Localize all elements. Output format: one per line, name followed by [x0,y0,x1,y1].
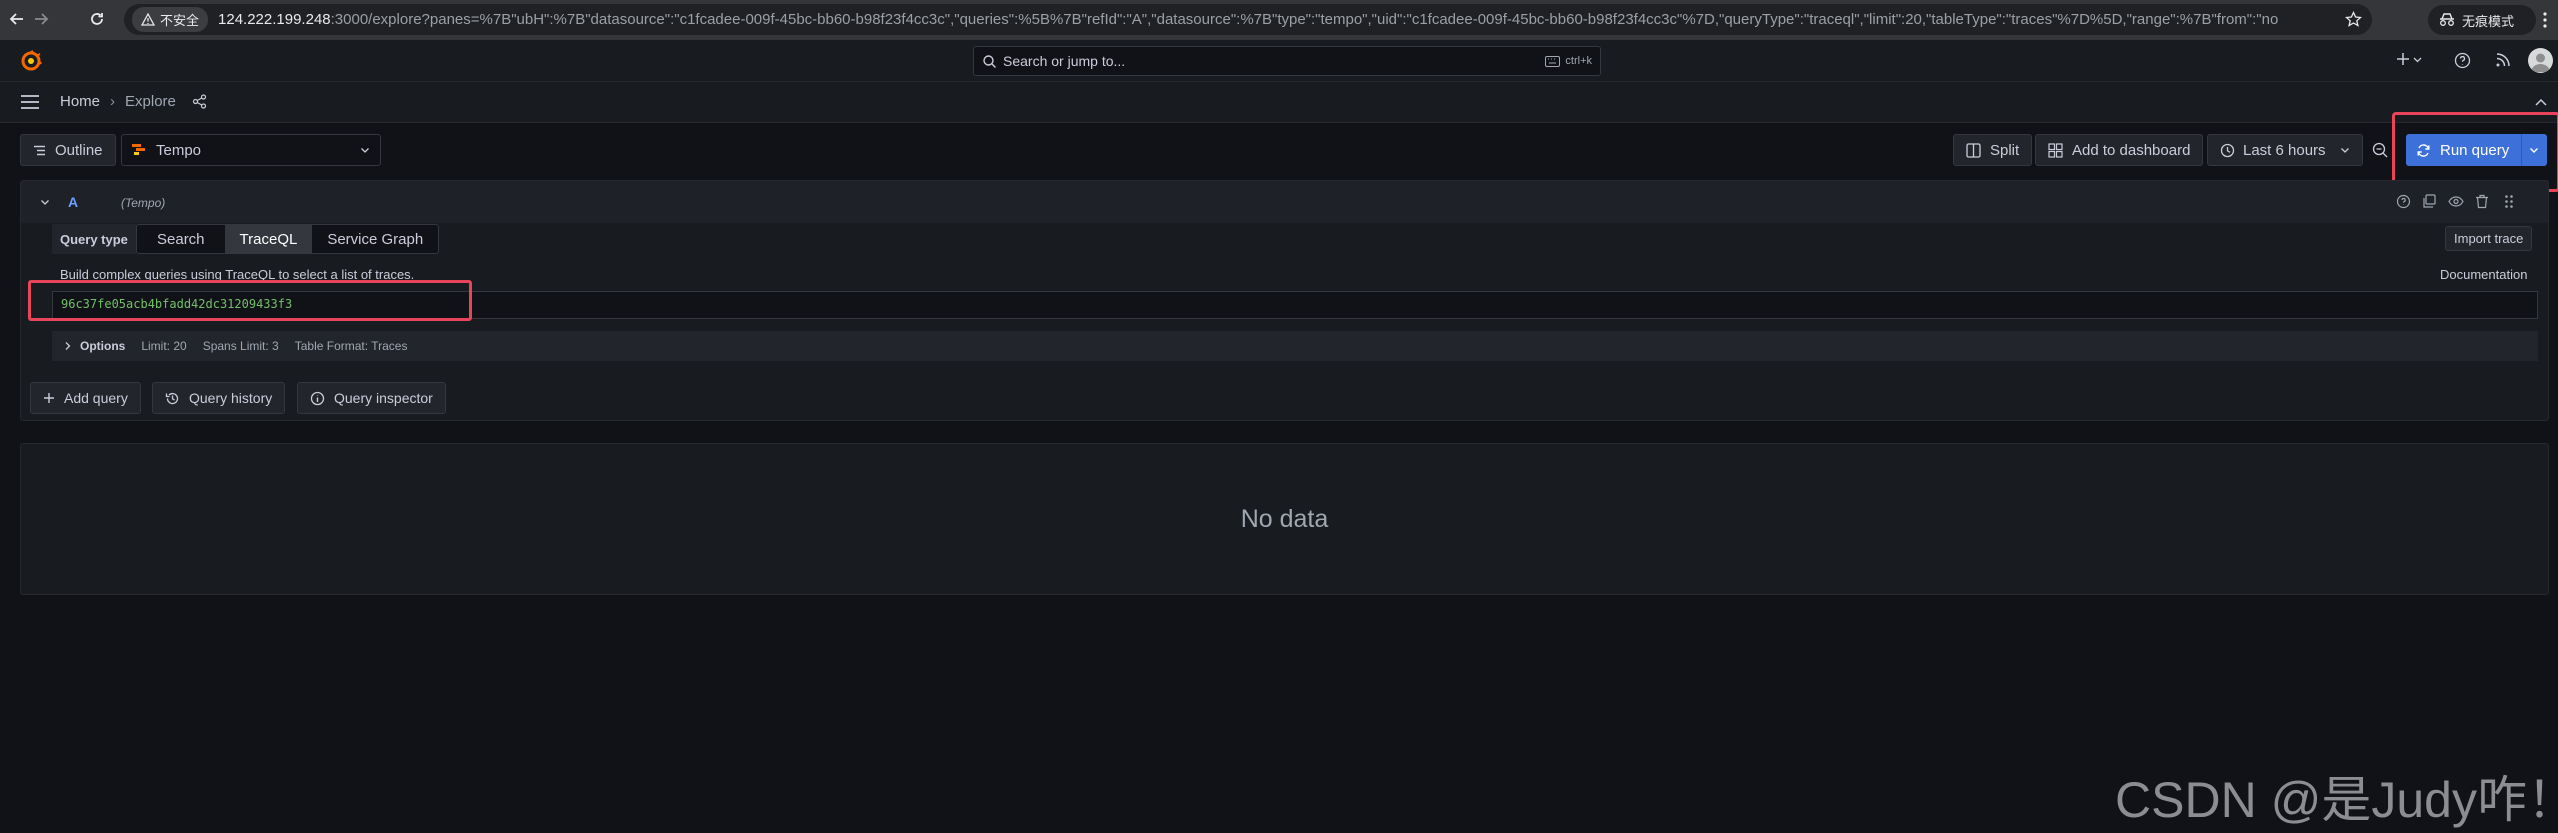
back-icon[interactable] [8,10,26,28]
forward-icon[interactable] [32,10,50,28]
search-shortcut: ctrl+k [1545,55,1592,67]
csdn-watermark: CSDN @是Judy咋！ [2115,772,2558,828]
dashboard-grid-icon [2048,142,2063,158]
results-panel: No data [20,443,2549,595]
options-spans-limit: Spans Limit: 3 [202,339,279,353]
options-label: Options [80,339,126,353]
outline-button[interactable]: Outline [20,134,116,166]
info-circle-icon [310,391,325,406]
plus-icon [43,392,55,404]
share-icon[interactable] [192,94,207,109]
query-type-tabs: Search TraceQL Service Graph [136,224,440,254]
security-chip[interactable]: 不安全 [132,7,209,32]
breadcrumb-explore: Explore [125,93,176,110]
warning-icon [141,12,155,27]
breadcrumb-separator: › [110,93,116,110]
breadcrumb-home[interactable]: Home [60,93,100,110]
run-query-button[interactable]: Run query [2406,134,2547,166]
datasource-picker[interactable]: Tempo [121,134,381,166]
add-to-dashboard-button[interactable]: Add to dashboard [2035,134,2204,166]
breadcrumb: Home › Explore [60,93,207,110]
list-outline-icon [33,145,46,156]
chevron-down-icon [2340,145,2350,155]
traceql-highlight [28,280,472,321]
no-data-message: No data [1240,504,1329,533]
search-placeholder: Search or jump to... [1003,53,1126,69]
browser-menu-icon[interactable] [2542,11,2548,29]
import-trace-button[interactable]: Import trace [2445,226,2533,251]
history-icon [165,391,180,406]
collapse-chevron-up-icon[interactable] [2534,95,2548,109]
new-menu-plus-icon[interactable] [2396,52,2422,66]
tab-search[interactable]: Search [137,225,225,253]
grafana-logo-icon[interactable] [20,50,42,72]
datasource-name: Tempo [156,141,202,159]
zoom-out-icon[interactable] [2372,142,2388,158]
query-ref-id[interactable]: A [68,194,78,210]
run-query-divider [2521,134,2522,166]
tempo-datasource-icon [131,142,147,158]
query-datasource-tag: (Tempo) [121,196,166,210]
tab-service-graph[interactable]: Service Graph [312,225,438,253]
chevron-down-icon[interactable] [2529,145,2539,155]
query-history-button[interactable]: Query history [152,382,286,414]
query-row-header [21,181,2548,223]
user-avatar[interactable] [2528,48,2553,73]
incognito-icon [2438,13,2456,27]
breadcrumb-bar: Home › Explore [0,82,2558,123]
query-type-label: Query type [52,224,136,254]
chevron-right-icon [64,341,72,351]
news-rss-icon[interactable] [2495,52,2511,68]
reload-icon[interactable] [88,10,106,28]
trash-icon[interactable] [2475,194,2489,209]
global-search-input[interactable]: Search or jump to... ctrl+k [973,46,1601,76]
menu-hamburger-icon[interactable] [20,94,40,110]
help-circle-icon[interactable] [2396,194,2411,209]
chevron-down-icon [360,145,370,155]
help-icon[interactable] [2454,52,2471,69]
drag-handle-icon[interactable] [2504,194,2514,209]
collapse-chevron-icon[interactable] [40,197,50,207]
bookmark-star-icon[interactable] [2345,11,2362,28]
eye-icon[interactable] [2448,194,2464,209]
time-range-picker[interactable]: Last 6 hours [2207,134,2363,166]
query-inspector-button[interactable]: Query inspector [297,382,446,414]
security-label: 不安全 [160,13,200,28]
documentation-link[interactable]: Documentation [2440,267,2527,282]
url-text: 124.222.199.248:3000/explore?panes=%7B"u… [218,11,2279,28]
browser-chrome: 不安全 124.222.199.248:3000/explore?panes=%… [0,0,2558,40]
split-button[interactable]: Split [1953,134,2033,166]
options-limit: Limit: 20 [141,339,187,353]
grafana-topbar: Search or jump to... ctrl+k [0,40,2558,82]
add-query-button[interactable]: Add query [30,382,141,414]
query-row-actions [2396,194,2514,209]
query-options-row[interactable]: Options Limit: 20 Spans Limit: 3 Table F… [52,331,2538,361]
tab-traceql[interactable]: TraceQL [224,225,313,253]
search-icon [982,54,997,69]
address-bar[interactable]: 不安全 124.222.199.248:3000/explore?panes=%… [124,4,2372,35]
duplicate-query-icon[interactable] [2422,194,2437,209]
split-icon [1966,142,1981,158]
refresh-icon [2416,143,2431,158]
clock-icon [2220,143,2235,158]
incognito-badge[interactable]: 无痕模式 [2428,5,2536,35]
options-table-format: Table Format: Traces [294,339,408,353]
incognito-label: 无痕模式 [2462,13,2515,29]
